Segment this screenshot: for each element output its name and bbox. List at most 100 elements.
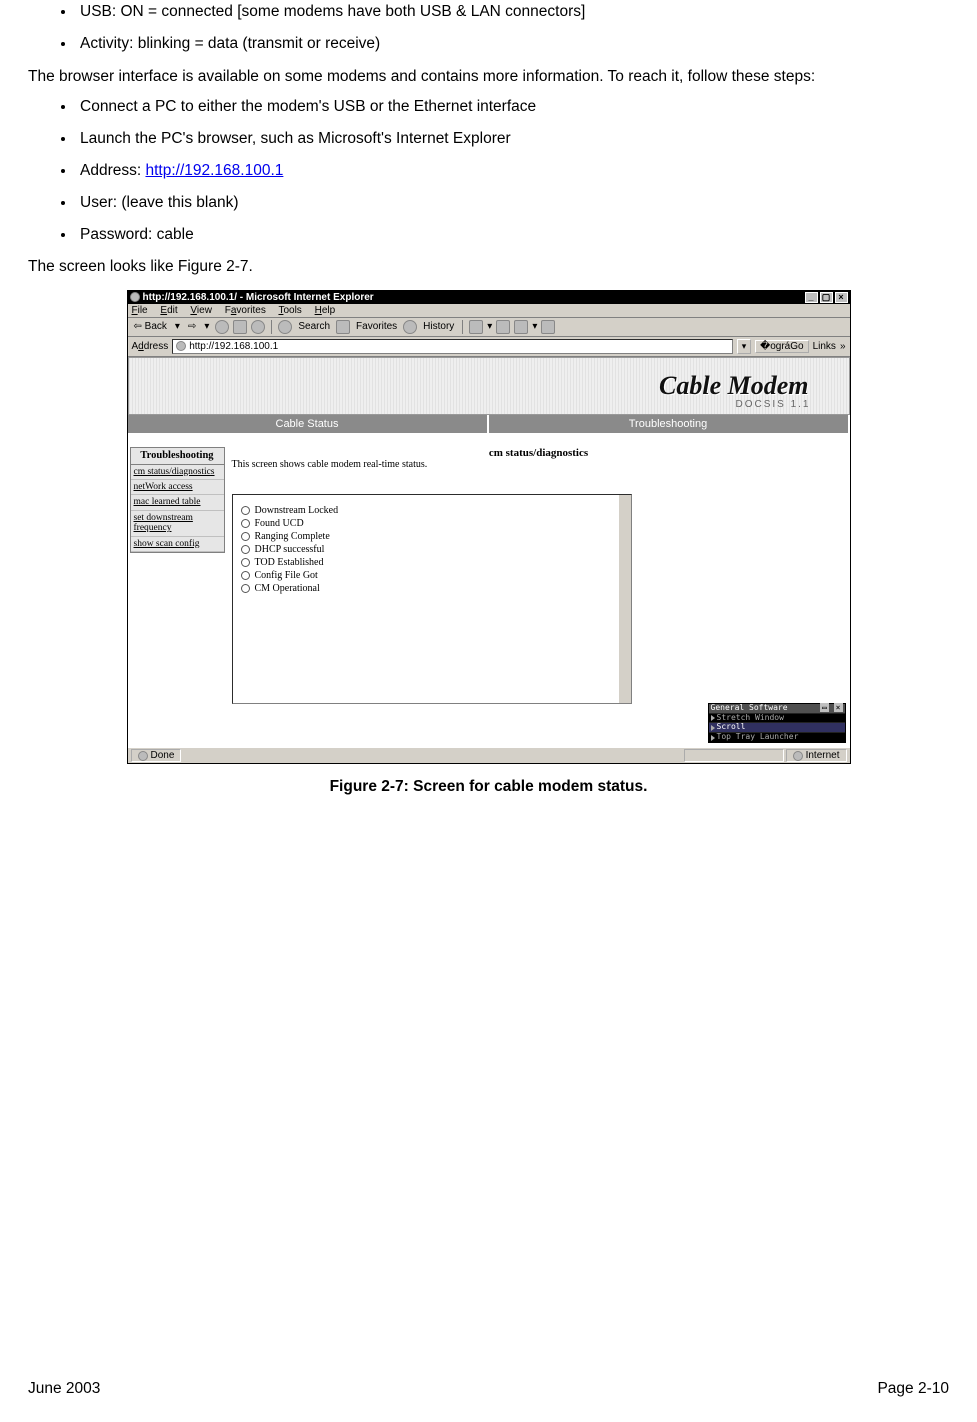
footer-page: Page 2-10: [877, 1380, 949, 1398]
links-chevron[interactable]: »: [840, 341, 846, 352]
radio-icon[interactable]: [241, 506, 250, 515]
radio-icon[interactable]: [241, 545, 250, 554]
edit-icon[interactable]: [514, 320, 528, 334]
internet-icon: [793, 751, 803, 761]
menu-view[interactable]: View: [190, 305, 212, 316]
radio-icon[interactable]: [241, 571, 250, 580]
menu-help[interactable]: Help: [315, 305, 336, 316]
history-button[interactable]: History: [421, 321, 456, 332]
overlay-window: General Software ▭ × Stretch Window Scro…: [708, 703, 846, 743]
status-bar: Done Internet: [128, 747, 850, 763]
sidebar-item-network[interactable]: netWork access: [131, 480, 224, 495]
ie-screenshot: http://192.168.100.1/ - Microsoft Intern…: [127, 290, 851, 764]
address-bar: Address http://192.168.100.1 ▾ �ográGo L…: [128, 337, 850, 357]
forward-arrow[interactable]: ⇨: [186, 321, 198, 332]
search-icon[interactable]: [278, 320, 292, 334]
sidebar-item-status[interactable]: cm status/diagnostics: [131, 465, 224, 480]
maximize-button[interactable]: ▢: [820, 292, 833, 303]
minimize-button[interactable]: _: [805, 292, 818, 303]
sidebar-item-mac[interactable]: mac learned table: [131, 495, 224, 510]
refresh-icon[interactable]: [233, 320, 247, 334]
step-user: User: (leave this blank): [76, 194, 949, 212]
footer-date: June 2003: [28, 1380, 100, 1398]
banner: Cable Modem DOCSIS 1.1: [128, 357, 850, 415]
overlay-title: General Software: [711, 704, 788, 713]
mail-icon[interactable]: [469, 320, 483, 334]
panel-title: cm status/diagnostics: [232, 447, 846, 459]
sidebar-header: Troubleshooting: [131, 448, 224, 465]
overlay-row-scroll[interactable]: Scroll: [717, 723, 746, 732]
status-dhcp: DHCP successful: [255, 544, 325, 555]
page-icon: [176, 341, 186, 351]
address-input[interactable]: http://192.168.100.1: [172, 339, 733, 354]
sidebar-item-downstream[interactable]: set downstream frequency: [131, 511, 224, 537]
page-footer: June 2003 Page 2-10: [28, 1380, 949, 1398]
menu-tools[interactable]: Tools: [278, 305, 301, 316]
arrow-icon: [711, 735, 715, 741]
menu-edit[interactable]: Edit: [160, 305, 177, 316]
tab-troubleshooting[interactable]: Troubleshooting: [489, 415, 850, 433]
radio-icon[interactable]: [241, 584, 250, 593]
panel-description: This screen shows cable modem real-time …: [232, 459, 846, 470]
radio-icon[interactable]: [241, 532, 250, 541]
print-icon[interactable]: [496, 320, 510, 334]
sidebar-item-scan[interactable]: show scan config: [131, 537, 224, 552]
radio-icon[interactable]: [241, 558, 250, 567]
intro-paragraph: The browser interface is available on so…: [28, 67, 949, 88]
forward-menu[interactable]: ▾: [202, 321, 211, 332]
status-box: Downstream Locked Found UCD Ranging Comp…: [232, 494, 632, 704]
menu-favorites[interactable]: Favorites: [225, 305, 266, 316]
ie-icon: [130, 292, 140, 302]
overlay-min-icon[interactable]: ▭: [820, 703, 829, 712]
toolbar: ⇦ Back ▾ ⇨ ▾ Search Favorites History ▾ …: [128, 318, 850, 337]
banner-subtitle: DOCSIS 1.1: [735, 399, 810, 410]
back-button[interactable]: ⇦ Back: [132, 321, 169, 332]
status-downstream: Downstream Locked: [255, 505, 339, 516]
tab-row: Cable Status Troubleshooting: [128, 415, 850, 433]
step-address: Address: http://192.168.100.1: [76, 162, 949, 180]
status-internet: Internet: [806, 750, 840, 761]
status-ranging: Ranging Complete: [255, 531, 330, 542]
overlay-close-icon[interactable]: ×: [834, 703, 843, 712]
figure-reference: The screen looks like Figure 2-7.: [28, 258, 949, 276]
step-connect: Connect a PC to either the modem's USB o…: [76, 98, 949, 116]
favorites-icon[interactable]: [336, 320, 350, 334]
home-icon[interactable]: [251, 320, 265, 334]
stop-icon[interactable]: [215, 320, 229, 334]
tab-cable-status[interactable]: Cable Status: [128, 415, 489, 433]
menu-bar: File Edit View Favorites Tools Help: [128, 304, 850, 318]
status-done: Done: [151, 750, 175, 761]
close-button[interactable]: ×: [835, 292, 848, 303]
status-ucd: Found UCD: [255, 518, 304, 529]
arrow-icon: [711, 725, 715, 731]
history-icon[interactable]: [403, 320, 417, 334]
discuss-icon[interactable]: [541, 320, 555, 334]
address-label: Address: [132, 341, 169, 352]
done-icon: [138, 751, 148, 761]
modem-url-link[interactable]: http://192.168.100.1: [145, 162, 283, 179]
bullet-activity: Activity: blinking = data (transmit or r…: [76, 35, 949, 53]
address-value: http://192.168.100.1: [189, 341, 278, 352]
overlay-row-tray[interactable]: Top Tray Launcher: [717, 733, 799, 742]
favorites-button[interactable]: Favorites: [354, 321, 399, 332]
step-launch: Launch the PC's browser, such as Microso…: [76, 130, 949, 148]
sidebar: Troubleshooting cm status/diagnostics ne…: [130, 447, 225, 553]
radio-icon[interactable]: [241, 519, 250, 528]
go-button[interactable]: �ográGo: [755, 340, 809, 353]
window-titlebar: http://192.168.100.1/ - Microsoft Intern…: [128, 291, 850, 304]
address-prefix: Address:: [80, 162, 145, 179]
overlay-row-stretch[interactable]: Stretch Window: [717, 714, 784, 723]
address-dropdown[interactable]: ▾: [737, 339, 751, 354]
step-password: Password: cable: [76, 226, 949, 244]
figure-caption: Figure 2-7: Screen for cable modem statu…: [28, 778, 949, 796]
status-config: Config File Got: [255, 570, 318, 581]
status-tod: TOD Established: [255, 557, 324, 568]
forward-button[interactable]: ▾: [173, 321, 182, 332]
menu-file[interactable]: File: [132, 305, 148, 316]
bullet-usb: USB: ON = connected [some modems have bo…: [76, 3, 949, 21]
search-button[interactable]: Search: [296, 321, 332, 332]
status-operational: CM Operational: [255, 583, 320, 594]
links-label[interactable]: Links: [813, 341, 836, 352]
arrow-icon: [711, 715, 715, 721]
banner-title: Cable Modem: [659, 372, 809, 401]
